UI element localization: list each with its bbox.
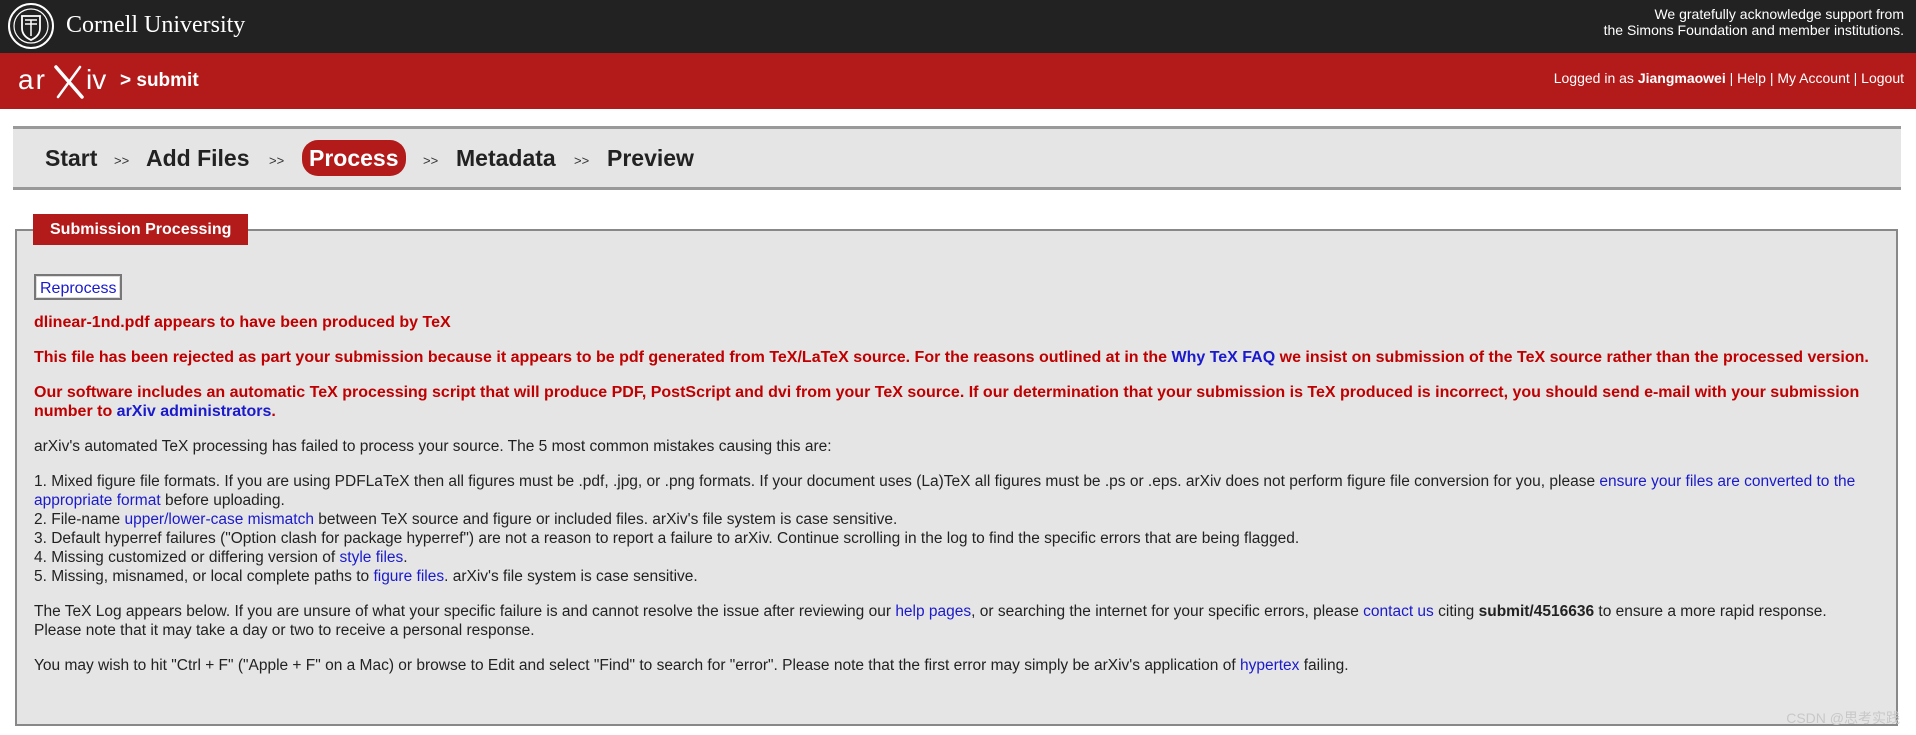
cornell-university-link[interactable]: Cornell University — [66, 12, 245, 39]
produced-by-tex-message: dlinear-1nd.pdf appears to have been pro… — [34, 314, 451, 331]
figure-files-link[interactable]: figure files — [373, 568, 444, 585]
help-pages-link[interactable]: help pages — [895, 603, 971, 620]
why-tex-faq-link[interactable]: Why TeX FAQ — [1171, 349, 1275, 366]
step-preview[interactable]: Preview — [607, 144, 694, 172]
reprocess-button[interactable]: Reprocess — [34, 274, 123, 300]
logout-link[interactable]: Logout — [1861, 70, 1904, 86]
csdn-watermark: CSDN @思考实践 — [1786, 710, 1900, 726]
svg-text:ar: ar — [18, 64, 47, 95]
cornell-banner: Cornell University We gratefully acknowl… — [0, 0, 1916, 53]
step-separator: >> — [574, 153, 590, 168]
user-links: Logged in as Jiangmaowei | Help | My Acc… — [1554, 70, 1904, 86]
mistake-item: 4. Missing customized or differing versi… — [34, 549, 408, 566]
style-files-link[interactable]: style files — [340, 549, 404, 566]
separator: | — [1849, 70, 1862, 86]
mistake-item: 2. File-name upper/lower-case mismatch b… — [34, 511, 898, 528]
step-add-files[interactable]: Add Files — [146, 144, 250, 172]
step-separator: >> — [269, 153, 285, 168]
find-error-hint: You may wish to hit "Ctrl + F" ("Apple +… — [34, 657, 1349, 674]
processing-failed-message: arXiv's automated TeX processing has fai… — [34, 438, 832, 455]
hypertex-link[interactable]: hypertex — [1240, 657, 1299, 674]
submission-id: submit/4516636 — [1478, 603, 1595, 620]
case-mismatch-link[interactable]: upper/lower-case mismatch — [124, 511, 314, 528]
mistake-item: 1. Mixed figure file formats. If you are… — [34, 473, 1856, 509]
tex-log-message: The TeX Log appears below. If you are un… — [34, 603, 1827, 639]
breadcrumb-submit: > submit — [120, 70, 199, 91]
arxiv-header: ar iv > submit Logged in as Jiangmaowei … — [0, 53, 1916, 109]
submission-steps: Start >> Add Files >> Process >> Metadat… — [13, 126, 1901, 190]
support-line-1: We gratefully acknowledge support from — [1654, 6, 1904, 22]
step-metadata[interactable]: Metadata — [456, 144, 556, 172]
arxiv-administrators-link[interactable]: arXiv administrators — [117, 403, 272, 420]
help-link[interactable]: Help — [1737, 70, 1766, 86]
step-start[interactable]: Start — [45, 144, 97, 172]
support-acknowledgment: We gratefully acknowledge support from t… — [1604, 6, 1904, 38]
step-process[interactable]: Process — [302, 140, 406, 176]
step-separator: >> — [423, 153, 439, 168]
my-account-link[interactable]: My Account — [1777, 70, 1849, 86]
separator: | — [1765, 70, 1778, 86]
separator: | — [1725, 70, 1738, 86]
arxiv-logo[interactable]: ar iv — [16, 61, 116, 101]
rejection-message: This file has been rejected as part your… — [34, 349, 1869, 366]
panel-title: Submission Processing — [33, 214, 249, 245]
support-line-2: the Simons Foundation and member institu… — [1603, 22, 1904, 38]
contact-us-link[interactable]: contact us — [1363, 603, 1434, 620]
mistake-item: 3. Default hyperref failures ("Option cl… — [34, 530, 1300, 547]
tex-processing-message: Our software includes an automatic TeX p… — [34, 384, 1860, 420]
mistake-item: 5. Missing, misnamed, or local complete … — [34, 568, 698, 585]
step-separator: >> — [114, 153, 130, 168]
logged-in-label: Logged in as — [1553, 70, 1638, 86]
cornell-seal-icon[interactable] — [7, 2, 55, 50]
processing-messages: dlinear-1nd.pdf appears to have been pro… — [34, 313, 1874, 675]
username: Jiangmaowei — [1637, 70, 1726, 86]
svg-text:iv: iv — [86, 64, 106, 95]
